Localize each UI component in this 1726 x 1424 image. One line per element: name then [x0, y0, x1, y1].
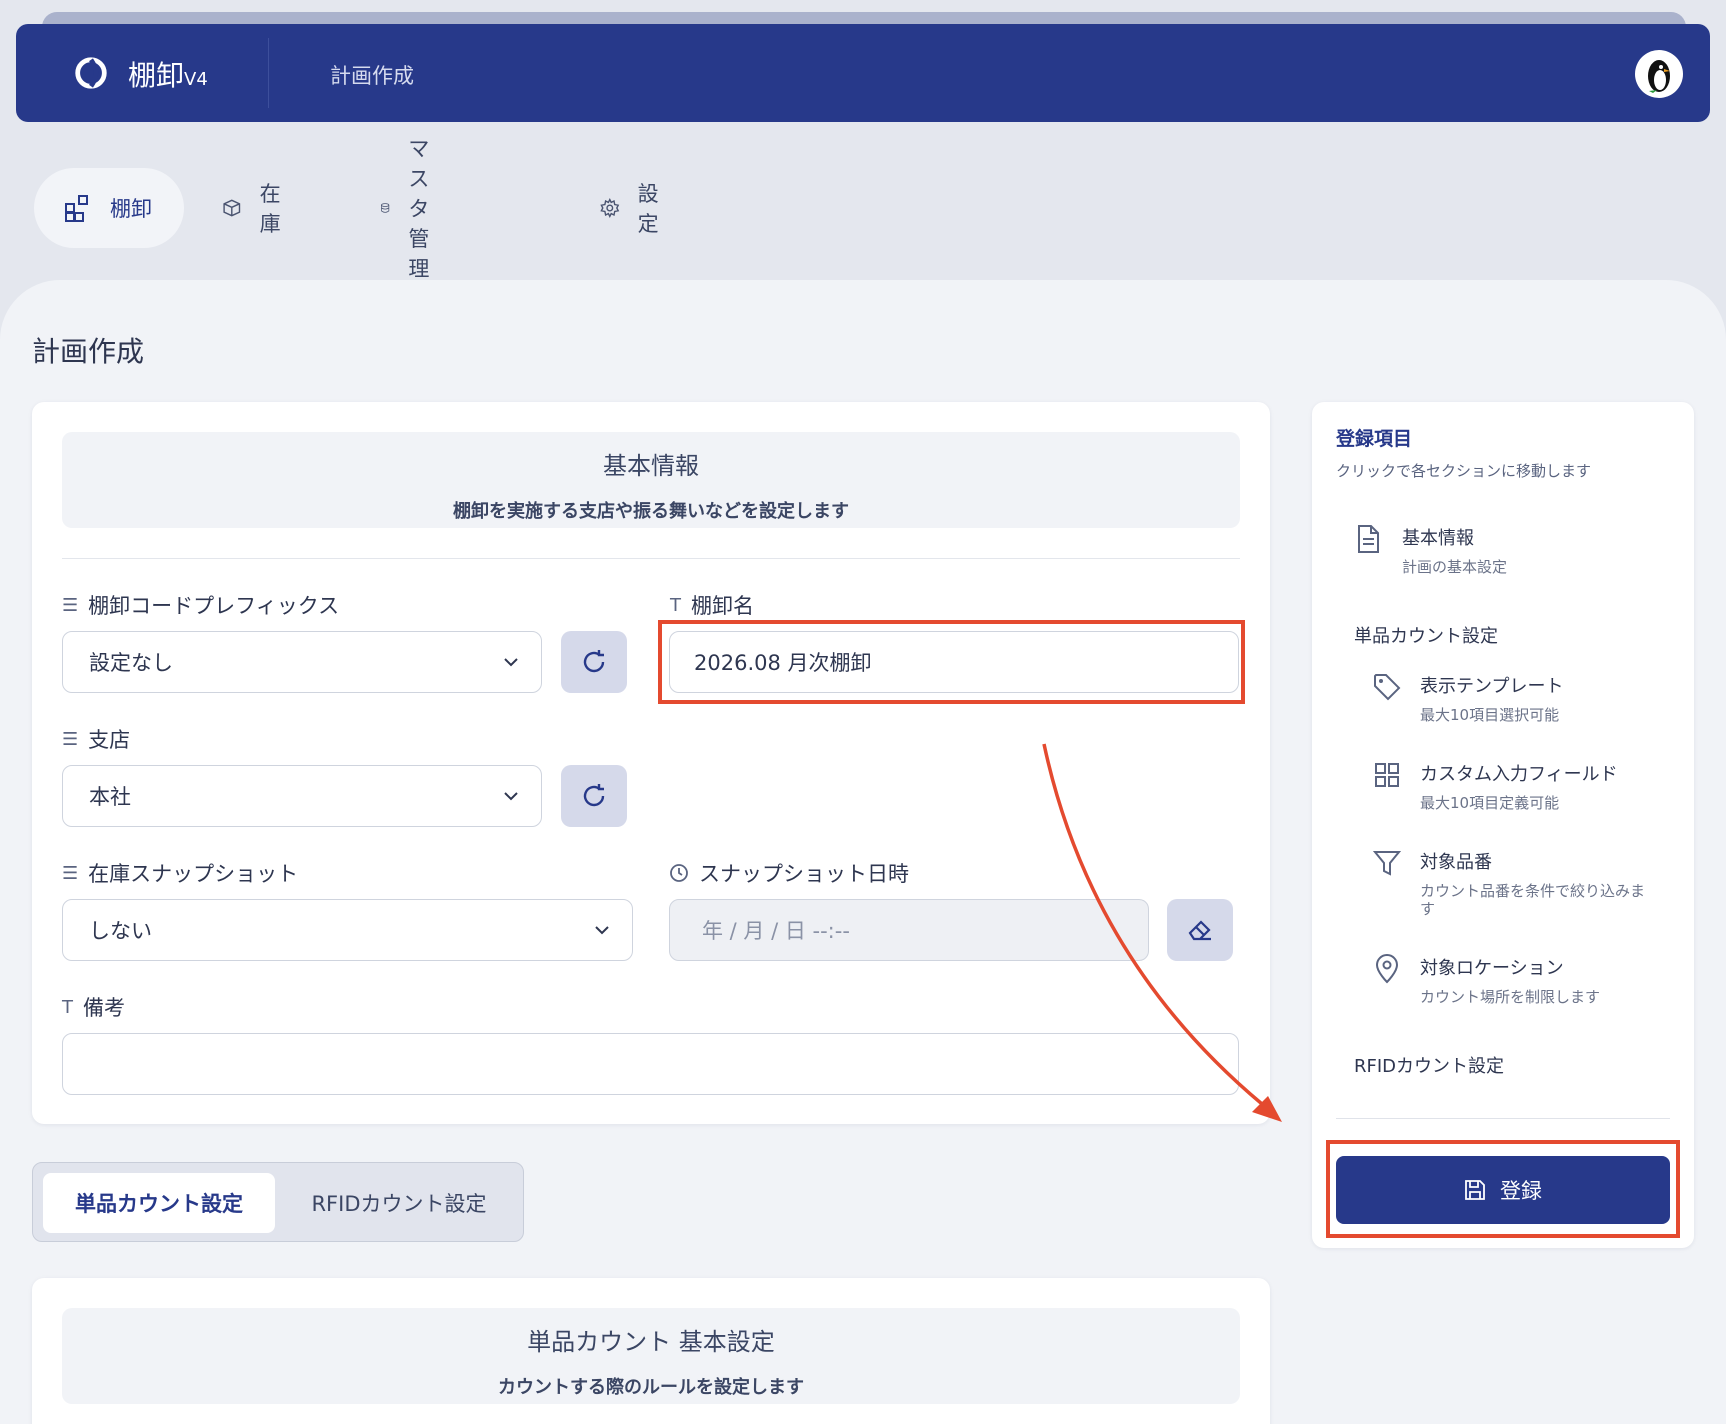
annotation-arrow	[1042, 743, 1282, 1122]
